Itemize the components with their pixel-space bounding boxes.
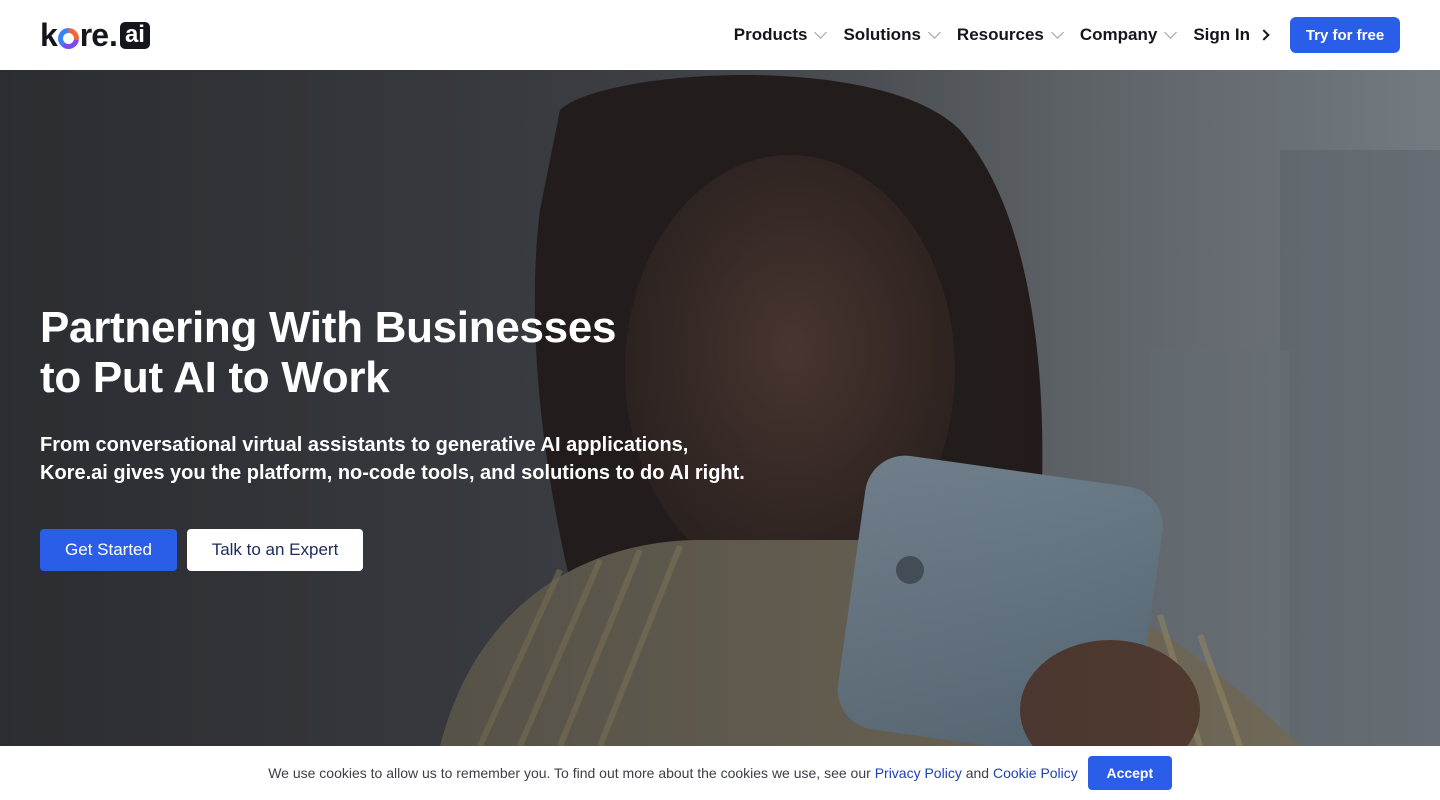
try-for-free-button[interactable]: Try for free <box>1290 17 1400 53</box>
cookie-policy-link[interactable]: Cookie Policy <box>993 765 1078 781</box>
hero-content: Partnering With Businesses to Put AI to … <box>40 303 800 571</box>
nav-label: Products <box>733 25 808 44</box>
chevron-down-icon <box>814 25 828 39</box>
nav-label: Resources <box>956 25 1044 44</box>
nav-resources[interactable]: Resources <box>956 25 1064 45</box>
hero-title-line2: to Put AI to Work <box>40 353 390 402</box>
hero-title: Partnering With Businesses to Put AI to … <box>40 303 740 403</box>
main-nav: Products Solutions Resources Company Sig… <box>734 17 1400 53</box>
nav-products[interactable]: Products <box>733 25 828 45</box>
cookie-text: We use cookies to allow us to remember y… <box>268 765 875 781</box>
nav-company[interactable]: Company <box>1079 25 1178 45</box>
hero-title-line1: Partnering With Businesses <box>40 303 617 352</box>
cookie-and: and <box>961 765 993 781</box>
hero-subtitle-line1: From conversational virtual assistants t… <box>40 434 689 456</box>
accept-cookies-button[interactable]: Accept <box>1087 756 1172 790</box>
logo-ai-badge: ai <box>119 21 150 49</box>
sign-in-label: Sign In <box>1193 25 1250 44</box>
kore-ai-logo[interactable]: k re . ai <box>40 16 150 53</box>
hero-subtitle-line2: Kore.ai gives you the platform, no-code … <box>40 462 745 484</box>
logo-dot: . <box>109 16 118 53</box>
hero-subtitle: From conversational virtual assistants t… <box>40 431 800 487</box>
hero-section: Partnering With Businesses to Put AI to … <box>0 70 1440 746</box>
get-started-button[interactable]: Get Started <box>40 529 177 571</box>
nav-solutions[interactable]: Solutions <box>843 25 941 45</box>
logo-wordmark: k re <box>40 17 109 53</box>
privacy-policy-link[interactable]: Privacy Policy <box>875 765 962 781</box>
chevron-down-icon <box>1164 25 1178 39</box>
logo-o-ring <box>57 27 79 49</box>
talk-to-expert-button[interactable]: Talk to an Expert <box>187 529 363 571</box>
hero-buttons: Get Started Talk to an Expert <box>40 529 800 571</box>
nav-label: Company <box>1079 25 1158 44</box>
chevron-down-icon <box>1050 25 1064 39</box>
chevron-right-icon <box>1258 29 1270 41</box>
sign-in-link[interactable]: Sign In <box>1193 25 1270 45</box>
nav-label: Solutions <box>843 25 921 44</box>
site-header: k re . ai Products Solutions Resources Co… <box>0 0 1440 70</box>
chevron-down-icon <box>928 25 941 39</box>
cookie-message: We use cookies to allow us to remember y… <box>268 765 1078 781</box>
cookie-banner: We use cookies to allow us to remember y… <box>0 746 1440 800</box>
